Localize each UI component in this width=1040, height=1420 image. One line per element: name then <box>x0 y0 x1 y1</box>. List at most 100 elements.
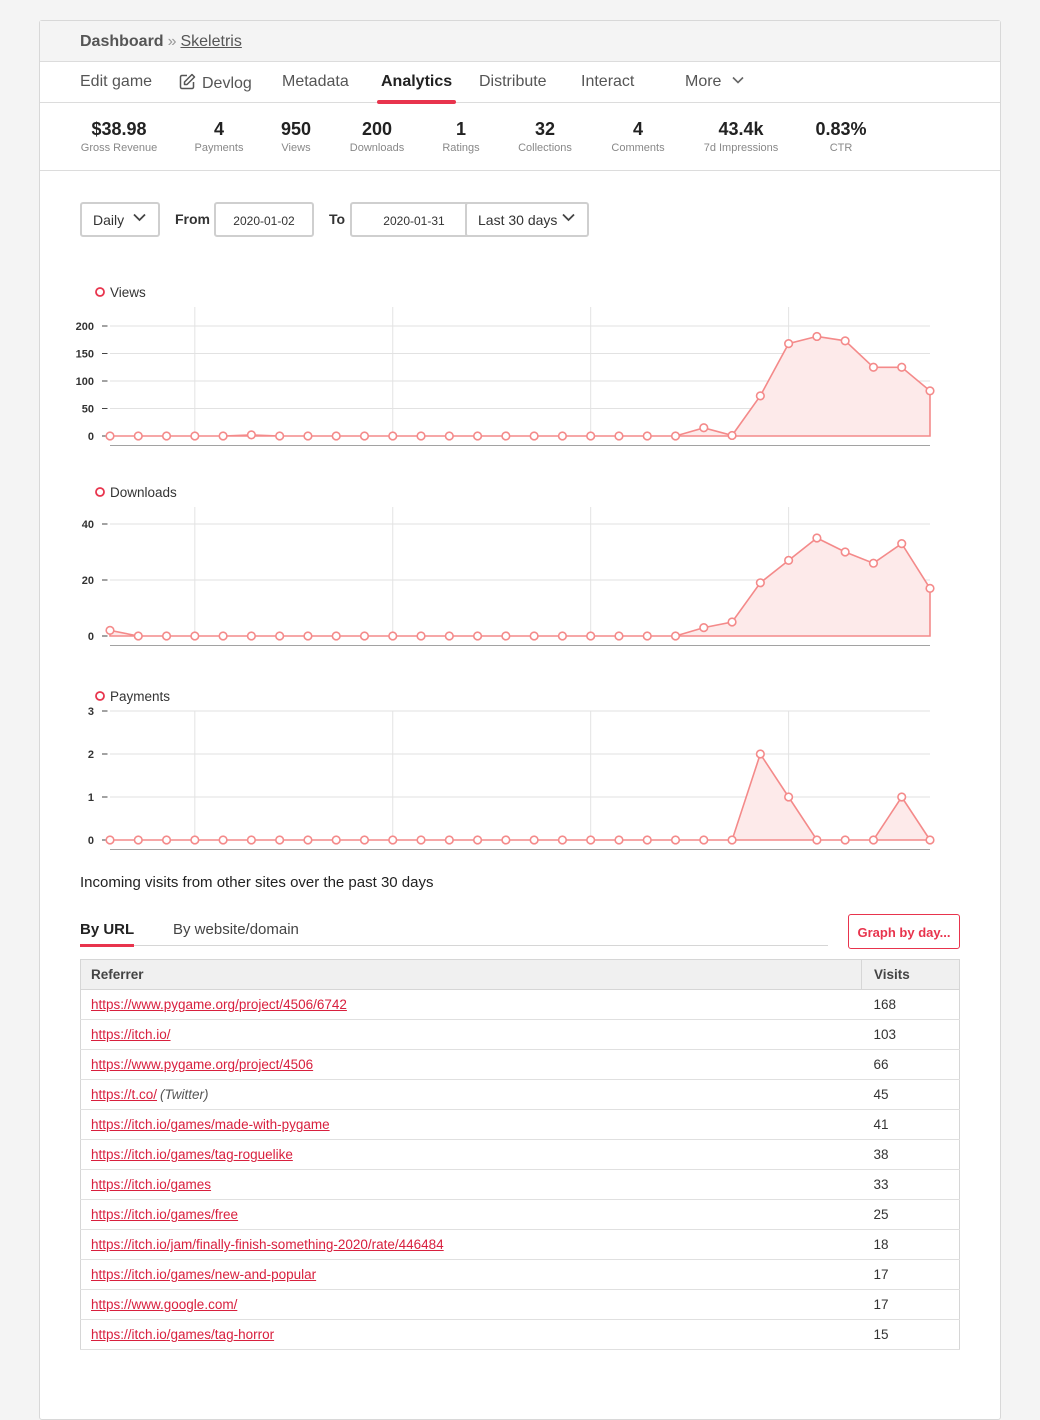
referrer-link[interactable]: https://itch.io/games/tag-roguelike <box>91 1147 293 1162</box>
referrer-cell: https://itch.io/games <box>80 1169 862 1200</box>
visits-cell: 168 <box>861 989 960 1020</box>
tab-distribute[interactable]: Distribute <box>479 73 547 91</box>
series-area <box>110 336 930 436</box>
referrer-cell: https://itch.io/games/tag-roguelike <box>80 1139 862 1170</box>
referrer-link[interactable]: https://itch.io/games/tag-horror <box>91 1327 274 1342</box>
visits-cell: 17 <box>861 1259 960 1290</box>
data-point <box>529 431 539 441</box>
referrer-link[interactable]: https://t.co/ <box>91 1087 157 1102</box>
data-point <box>755 578 765 588</box>
data-point <box>246 430 256 440</box>
stat-label: CTR <box>829 142 853 154</box>
table-row: https://www.pygame.org/project/4506 66 <box>80 1049 960 1080</box>
data-point <box>472 431 483 441</box>
to-date-input[interactable]: 2020-01-31 <box>350 202 478 237</box>
referrer-link[interactable]: https://www.pygame.org/project/4506 <box>91 1057 313 1072</box>
visits-cell: 45 <box>861 1079 960 1110</box>
referrer-note: (Twitter) <box>160 1087 209 1102</box>
referrers-table-body: https://www.pygame.org/project/4506/6742… <box>80 989 960 1350</box>
table-row: https://www.google.com/17 <box>80 1289 960 1320</box>
visits-cell: 25 <box>861 1199 960 1230</box>
data-point <box>925 386 935 396</box>
data-point <box>614 631 624 641</box>
data-point <box>416 431 426 441</box>
legend-marker <box>95 691 105 701</box>
data-point <box>840 835 850 845</box>
data-point <box>161 631 172 641</box>
referrer-link[interactable]: https://www.google.com/ <box>91 1297 237 1312</box>
y-tick-label: 20 <box>82 575 94 587</box>
referrer-link[interactable]: https://itch.io/games <box>91 1177 211 1192</box>
referrer-cell: https://www.pygame.org/project/4506/6742 <box>80 989 862 1020</box>
referrer-link[interactable]: https://itch.io/jam/finally-finish-somet… <box>91 1237 444 1252</box>
chevron-down-icon <box>732 76 744 84</box>
data-point <box>784 338 794 349</box>
data-point <box>727 617 737 627</box>
interval-select-value: Daily <box>93 212 125 228</box>
to-label: To <box>329 211 346 227</box>
referrers-table: Referrer Visits https://www.pygame.org/p… <box>80 959 960 1350</box>
payments-chart: Payments0123Jan 05Jan 12Jan 19Jan 26 <box>88 689 935 850</box>
referrer-cell: https://itch.io/jam/finally-finish-somet… <box>80 1229 862 1260</box>
tab-more[interactable]: More <box>685 73 744 91</box>
tab-by-url[interactable]: By URL <box>80 921 135 947</box>
data-point <box>275 835 285 845</box>
tab-analytics[interactable]: Analytics <box>376 73 457 104</box>
data-point <box>812 533 822 543</box>
y-tick-label: 0 <box>88 431 94 443</box>
tab-metadata[interactable]: Metadata <box>282 73 349 91</box>
from-date-input[interactable]: 2020-01-02 <box>214 202 314 237</box>
legend-label: Downloads <box>110 485 177 500</box>
data-point <box>897 792 907 802</box>
data-point <box>388 431 398 441</box>
data-point <box>388 631 398 641</box>
data-point <box>416 835 426 845</box>
breadcrumb-dashboard-link[interactable]: Dashboard <box>80 33 164 50</box>
y-tick-label: 0 <box>88 835 94 847</box>
tab-edit-game[interactable]: Edit game <box>80 73 152 91</box>
tab-by-domain[interactable]: By website/domain <box>173 921 299 938</box>
graph-by-day-button[interactable]: Graph by day... <box>848 914 960 949</box>
table-row: https://t.co/(Twitter) 45 <box>80 1079 960 1110</box>
referrer-link[interactable]: https://itch.io/games/new-and-popular <box>91 1267 316 1282</box>
referrer-cell: https://t.co/(Twitter) <box>80 1079 862 1110</box>
referrer-link[interactable]: https://www.pygame.org/project/4506/6742 <box>91 997 347 1012</box>
table-header-row: Referrer Visits <box>80 959 960 990</box>
data-point <box>670 835 681 845</box>
data-point <box>501 431 511 441</box>
data-point <box>784 555 794 565</box>
tab-devlog[interactable]: Devlog <box>179 73 252 93</box>
referrer-link[interactable]: https://itch.io/games/free <box>91 1207 238 1222</box>
stat-value: 0.83% <box>815 119 867 139</box>
tab-interact[interactable]: Interact <box>581 73 634 91</box>
visits-cell: 103 <box>861 1019 960 1050</box>
referrer-link[interactable]: https://itch.io/ <box>91 1027 171 1042</box>
data-point <box>501 631 511 641</box>
series-area <box>110 538 930 636</box>
game-nav: Edit game Devlog Metadata Analytics Dist… <box>40 62 1000 104</box>
data-point <box>161 431 172 441</box>
data-point <box>472 835 483 845</box>
range-select[interactable]: Last 30 days <box>465 202 589 237</box>
data-point <box>472 631 483 641</box>
edit-icon <box>179 73 196 90</box>
legend-label: Payments <box>110 689 170 704</box>
y-tick-label: 100 <box>76 376 94 388</box>
data-point <box>586 431 596 441</box>
data-point <box>840 336 850 346</box>
breadcrumb-game-link[interactable]: Skeletris <box>180 33 241 50</box>
tab-more-label: More <box>685 73 722 90</box>
column-header-referrer[interactable]: Referrer <box>80 959 862 990</box>
chevron-down-icon <box>562 213 575 222</box>
tab-devlog-label: Devlog <box>202 75 252 92</box>
data-point <box>190 631 200 641</box>
stat-impressions: 43.4k 7d Impressions <box>691 119 791 154</box>
data-point <box>444 431 454 441</box>
data-point <box>868 362 879 372</box>
column-header-visits[interactable]: Visits <box>861 959 960 990</box>
stat-label: Comments <box>611 142 665 154</box>
referrer-link[interactable]: https://itch.io/games/made-with-pygame <box>91 1117 330 1132</box>
data-point <box>105 835 115 845</box>
data-point <box>416 631 426 641</box>
interval-select[interactable]: Daily <box>80 202 160 237</box>
